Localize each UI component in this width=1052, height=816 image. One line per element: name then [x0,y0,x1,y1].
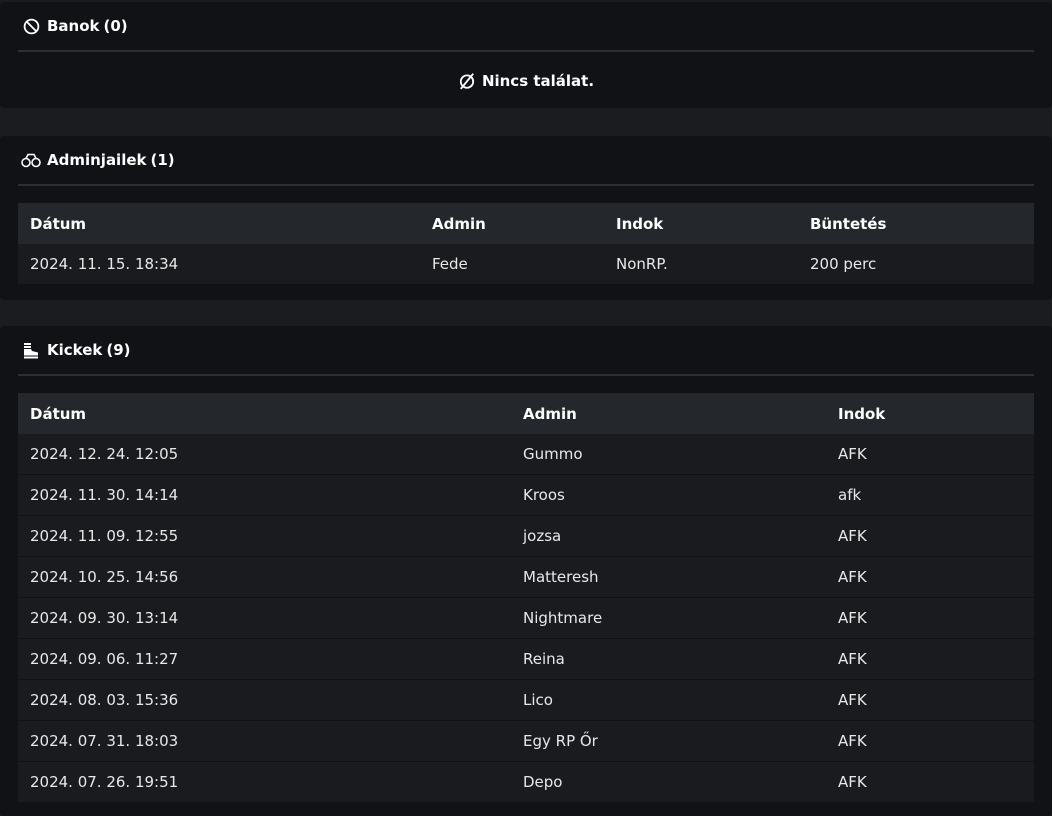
cell-date: 2024. 11. 30. 14:14 [18,474,511,516]
boot-icon [21,340,41,360]
cell-reason: AFK [826,720,1034,762]
cell-penalty: 200 perc [798,244,1034,284]
cell-date: 2024. 10. 25. 14:56 [18,556,511,598]
cell-reason: AFK [826,434,1034,475]
bans-empty-text: Nincs találat. [481,72,595,90]
bans-title: Banok [47,17,100,35]
table-row: 2024. 08. 03. 15:36 Lico AFK [18,679,1034,721]
table-header-row: Dátum Admin Indok Büntetés [18,203,1034,244]
column-header: Indok [838,404,886,423]
cell-reason: AFK [826,515,1034,557]
table-row: 2024. 07. 26. 19:51 Depo AFK [18,761,1034,802]
kicks-table: Dátum Admin Indok 2024. 12. 24. 12:05 Gu… [18,393,1034,802]
cell-admin: Gummo [511,434,826,475]
kicks-header: Kickek (9) [18,326,1034,376]
cell-date: 2024. 08. 03. 15:36 [18,679,511,721]
table-row: 2024. 12. 24. 12:05 Gummo AFK [18,434,1034,475]
cell-admin: Fede [420,244,604,284]
cell-admin: Lico [511,679,826,721]
cell-admin: Egy RP Őr [511,720,826,762]
column-header: Admin [523,404,577,423]
adminjails-card: Adminjailek (1) Dátum Admin Indok Büntet… [0,136,1052,300]
cell-admin: Nightmare [511,597,826,639]
adminjails-header: Adminjailek (1) [18,136,1034,186]
cell-date: 2024. 11. 15. 18:34 [18,244,420,284]
cell-date: 2024. 07. 31. 18:03 [18,720,511,762]
cell-date: 2024. 12. 24. 12:05 [18,434,511,475]
adminjails-count: (1) [150,151,175,169]
kicks-title: Kickek [47,341,103,359]
cell-admin: Depo [511,761,826,802]
column-header: Dátum [30,214,87,233]
table-header-row: Dátum Admin Indok [18,393,1034,434]
table-row: 2024. 09. 06. 11:27 Reina AFK [18,638,1034,680]
column-header: Dátum [30,404,87,423]
cell-date: 2024. 11. 09. 12:55 [18,515,511,557]
cell-reason: AFK [826,679,1034,721]
cell-date: 2024. 07. 26. 19:51 [18,761,511,802]
column-header: Admin [432,214,486,233]
ban-icon [21,16,41,36]
cell-reason: AFK [826,638,1034,680]
bans-empty-message: Nincs találat. [18,52,1034,110]
bans-card: Banok (0) Nincs találat. [0,2,1052,108]
cell-admin: Kroos [511,474,826,516]
table-row: 2024. 11. 09. 12:55 jozsa AFK [18,515,1034,557]
kicks-count: (9) [106,341,131,359]
empty-set-icon [458,72,476,90]
kicks-card: Kickek (9) Dátum Admin Indok 2024. 12. 2… [0,326,1052,816]
table-row: 2024. 09. 30. 13:14 Nightmare AFK [18,597,1034,639]
adminjails-table: Dátum Admin Indok Büntetés 2024. 11. 15.… [18,203,1034,284]
cell-admin: Matteresh [511,556,826,598]
column-header: Indok [616,214,664,233]
cell-reason: AFK [826,597,1034,639]
cell-date: 2024. 09. 06. 11:27 [18,638,511,680]
adminjails-title: Adminjailek [47,151,147,169]
cell-reason: AFK [826,761,1034,802]
table-row: 2024. 07. 31. 18:03 Egy RP Őr AFK [18,720,1034,762]
bans-count: (0) [103,17,128,35]
table-row: 2024. 11. 15. 18:34 Fede NonRP. 200 perc [18,244,1034,284]
table-row: 2024. 11. 30. 14:14 Kroos afk [18,474,1034,516]
handcuffs-icon [21,150,41,170]
column-header: Büntetés [810,214,887,233]
bans-header: Banok (0) [18,2,1034,52]
table-row: 2024. 10. 25. 14:56 Matteresh AFK [18,556,1034,598]
cell-date: 2024. 09. 30. 13:14 [18,597,511,639]
cell-admin: Reina [511,638,826,680]
cell-admin: jozsa [511,515,826,557]
cell-reason: afk [826,474,1034,516]
cell-reason: AFK [826,556,1034,598]
cell-reason: NonRP. [604,244,798,284]
